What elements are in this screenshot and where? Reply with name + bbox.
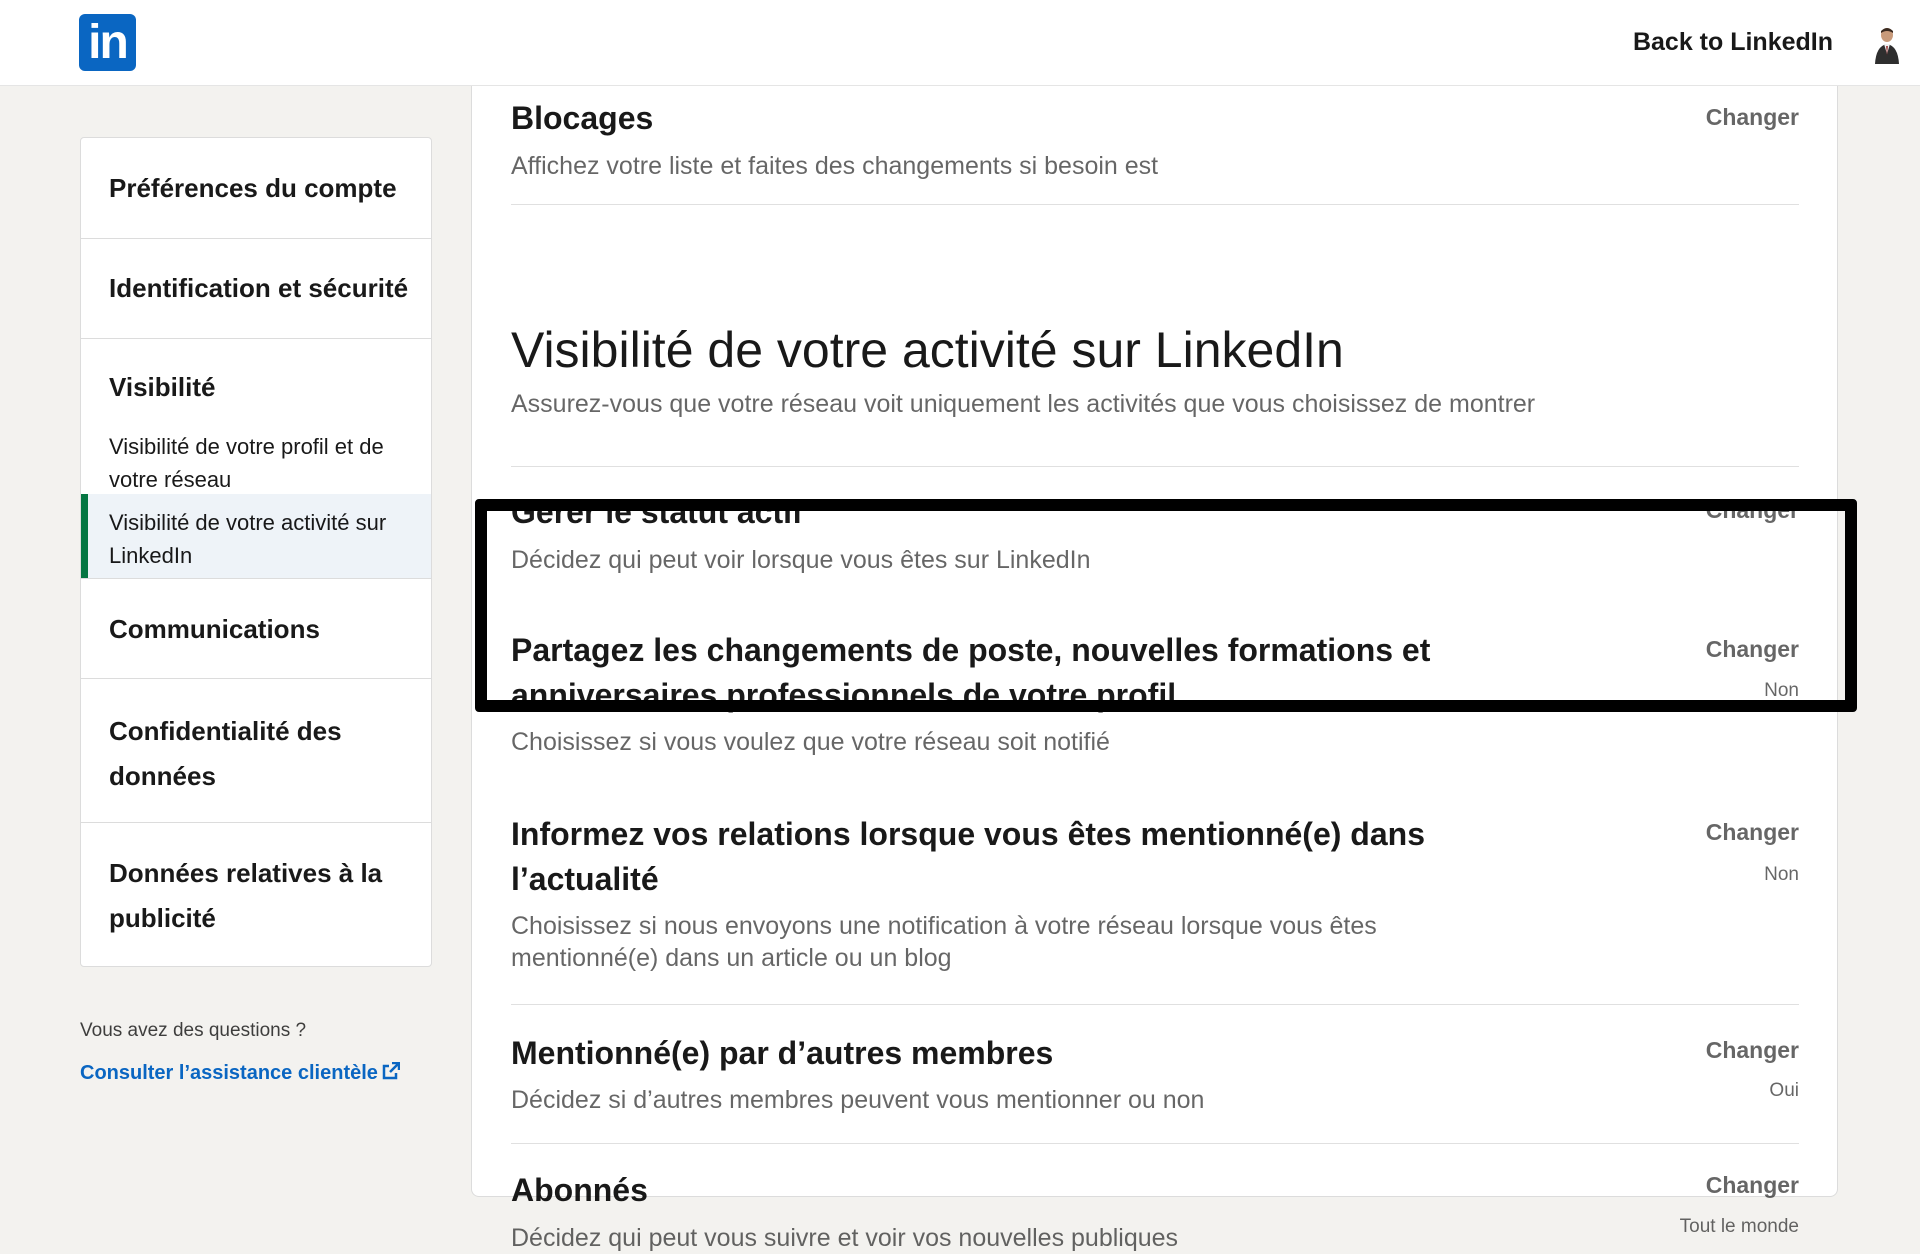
setting-value: Oui (1769, 1080, 1799, 1101)
external-link-icon (382, 1061, 401, 1080)
linkedin-logo-icon[interactable]: in (79, 14, 136, 71)
page-title: Visibilité de votre activité sur LinkedI… (511, 322, 1344, 378)
setting-row-mentioned-by-members: Mentionné(e) par d’autres membres Décide… (511, 1028, 1799, 1144)
sidebar-item-label: Communications (109, 614, 320, 644)
sidebar-item-sign-in-security[interactable]: Identification et sécurité (81, 239, 431, 339)
sidebar-item-advertising-data[interactable]: Données relatives à la publicité (81, 823, 431, 966)
sidebar-item-label: Confidentialité des données (109, 716, 342, 791)
change-button[interactable]: Changer (1706, 633, 1799, 665)
change-button[interactable]: Changer (1706, 1169, 1799, 1201)
setting-title: Partagez les changements de poste, nouve… (511, 632, 1431, 713)
avatar[interactable] (1868, 24, 1906, 64)
setting-row-active-status: Gérer le statut actif Décidez qui peut v… (511, 488, 1799, 588)
sidebar-item-label: Préférences du compte (109, 173, 397, 203)
setting-value: Non (1764, 680, 1799, 701)
sidebar-subitem-profile-network-visibility[interactable]: Visibilité de votre profil et de votre r… (81, 410, 431, 494)
sidebar-item-data-privacy[interactable]: Confidentialité des données (81, 679, 431, 823)
sidebar-item-account-preferences[interactable]: Préférences du compte (81, 138, 431, 239)
avatar-icon (1875, 28, 1899, 64)
sidebar-item-label: Identification et sécurité (109, 273, 409, 303)
setting-row-mentioned-in-news: Informez vos relations lorsque vous êtes… (511, 810, 1799, 1005)
change-button[interactable]: Changer (1706, 494, 1799, 526)
section-header-block: Visibilité de votre activité sur LinkedI… (511, 320, 1799, 467)
setting-description: Affichez votre liste et faites des chang… (511, 152, 1159, 180)
setting-row-share-profile-changes: Partagez les changements de poste, nouve… (511, 628, 1799, 776)
top-bar: in Back to LinkedIn (0, 0, 1920, 86)
change-button[interactable]: Changer (1706, 816, 1799, 848)
sidebar-item-visibility: Visibilité Visibilité de votre profil et… (81, 339, 431, 579)
sidebar-subitem-activity-visibility[interactable]: Visibilité de votre activité sur LinkedI… (81, 494, 431, 578)
customer-support-link-label: Consulter l’assistance clientèle (80, 1062, 378, 1084)
setting-row-blocking: Blocages Affichez votre liste et faites … (511, 94, 1799, 205)
change-button[interactable]: Changer (1706, 1034, 1799, 1066)
setting-title: Gérer le statut actif (511, 494, 803, 530)
setting-title: Blocages (511, 100, 654, 136)
setting-description: Décidez si d’autres membres peuvent vous… (511, 1086, 1205, 1114)
sidebar-item-label[interactable]: Visibilité (81, 339, 431, 410)
setting-title: Abonnés (511, 1172, 648, 1208)
settings-sidebar: Préférences du compte Identification et … (80, 137, 432, 967)
setting-title: Mentionné(e) par d’autres membres (511, 1035, 1054, 1071)
back-to-linkedin-link[interactable]: Back to LinkedIn (1633, 24, 1833, 60)
setting-description: Choisissez si vous voulez que votre rése… (511, 728, 1110, 756)
customer-support-link[interactable]: Consulter l’assistance clientèle (80, 1061, 401, 1085)
setting-description: Choisissez si nous envoyons une notifica… (511, 912, 1377, 972)
sidebar-item-label: Données relatives à la publicité (109, 858, 383, 933)
help-question: Vous avez des questions ? (80, 1020, 307, 1041)
settings-main-panel: Blocages Affichez votre liste et faites … (471, 86, 1838, 1252)
setting-value: Tout le monde (1679, 1216, 1799, 1237)
page-subtitle: Assurez-vous que votre réseau voit uniqu… (511, 390, 1536, 418)
setting-description: Décidez qui peut vous suivre et voir vos… (511, 1224, 1179, 1252)
setting-value: Non (1764, 864, 1799, 885)
change-button[interactable]: Changer (1706, 101, 1799, 133)
setting-title: Informez vos relations lorsque vous êtes… (511, 816, 1425, 897)
setting-description: Décidez qui peut voir lorsque vous êtes … (511, 546, 1091, 574)
setting-row-followers: Abonnés Décidez qui peut vous suivre et … (511, 1166, 1799, 1254)
sidebar-item-communications[interactable]: Communications (81, 579, 431, 679)
